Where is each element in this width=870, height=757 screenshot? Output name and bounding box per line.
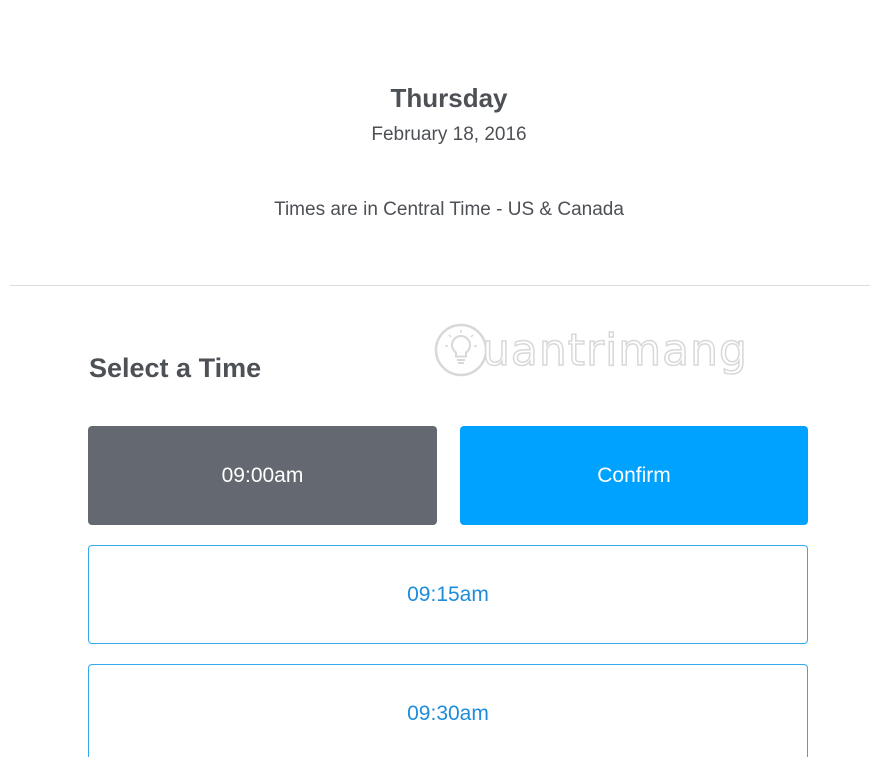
confirm-label: Confirm (597, 463, 671, 487)
date-label: February 18, 2016 (371, 124, 527, 145)
scheduler-page: Thursday February 18, 2016 Times are in … (0, 0, 870, 757)
confirm-button[interactable]: Confirm (460, 426, 808, 525)
day-title: Thursday (390, 83, 508, 113)
selected-time-label: 09:00am (221, 463, 304, 487)
divider (10, 285, 870, 286)
selected-time-button[interactable]: 09:00am (88, 426, 437, 525)
section-title: Select a Time (89, 353, 262, 383)
time-slot-label: 09:15am (407, 582, 489, 606)
time-slot-label: 09:30am (407, 701, 489, 725)
time-slot-button[interactable]: 09:15am (88, 545, 808, 644)
timezone-note: Times are in Central Time - US & Canada (274, 199, 624, 220)
watermark-text: uantrimang (481, 324, 748, 377)
time-slot-button[interactable]: 09:30am (88, 664, 808, 757)
watermark-logo: uantrimang (432, 314, 748, 386)
